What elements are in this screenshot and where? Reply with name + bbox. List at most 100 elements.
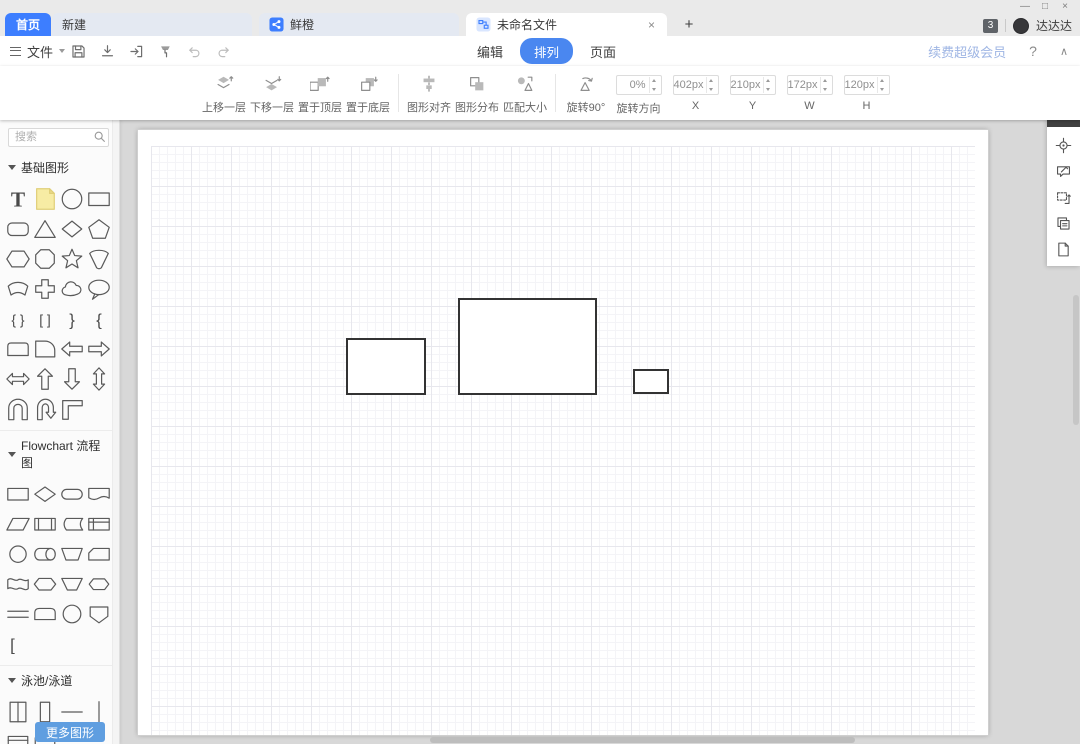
arc-rectangle-shape[interactable] [4,275,31,303]
arrow-left-right-shape[interactable] [4,365,31,393]
spinner-buttons[interactable] [876,77,888,93]
diamond-shape[interactable] [58,215,85,243]
spinner-buttons[interactable] [648,77,660,93]
sidebar-scrollbar[interactable] [112,120,119,744]
section-header[interactable]: Flowchart 流程图 [0,429,119,475]
cone-shape[interactable] [85,245,112,273]
notification-badge[interactable]: 3 [982,18,998,33]
circle-shape[interactable] [58,185,85,213]
more-shapes-button[interactable]: 更多图形 [35,722,105,742]
right-brace-shape[interactable]: } [58,305,85,333]
predefined-process-shape[interactable] [31,510,58,538]
cloud-shape[interactable] [58,275,85,303]
collapse-ribbon-button[interactable]: ∧ [1060,45,1068,58]
undo-icon[interactable] [186,43,203,60]
u-turn-double-shape[interactable] [4,395,31,423]
window-minimize-button[interactable]: — [1015,1,1035,12]
page-doc-icon[interactable] [1055,241,1072,258]
ribbon-button[interactable]: 置于顶层 [296,71,344,115]
ribbon-button[interactable]: 图形分布 [453,71,501,115]
number-input[interactable]: 402px [672,75,719,95]
triangle-shape[interactable] [31,215,58,243]
window-close-button[interactable]: × [1055,1,1075,12]
tape-shape[interactable] [4,570,31,598]
renew-membership-link[interactable]: 续费超级会员 [928,42,1006,61]
rounded-rectangle-shape[interactable] [4,215,31,243]
ribbon-button[interactable]: 置于底层 [344,71,392,115]
tab-document[interactable]: 鲜橙 [259,13,459,36]
process-shape[interactable] [4,480,31,508]
number-input[interactable]: 120px [843,75,890,95]
mode-tab[interactable]: 编辑 [470,40,510,63]
download-icon[interactable] [99,43,116,60]
top-round-rectangle-shape[interactable] [4,335,31,363]
tab-document[interactable]: 未命名文件 × [466,13,667,36]
canvas[interactable] [120,120,1080,744]
arrow-up-shape[interactable] [31,365,58,393]
arrow-up-down-shape[interactable] [85,365,112,393]
internal-storage-shape[interactable] [85,510,112,538]
pentagon-shape[interactable] [85,215,112,243]
canvas-resize-icon[interactable] [1055,189,1072,206]
document-shape[interactable] [85,480,112,508]
left-bracket-shape[interactable]: [ [4,630,31,658]
brace-pair-shape[interactable]: { } [4,305,31,333]
ribbon-button[interactable]: 下移一层 [248,71,296,115]
u-turn-shape[interactable] [31,395,58,423]
new-tab-button[interactable]: + [678,13,700,36]
ribbon-button[interactable]: 旋转90° [562,71,610,115]
help-button[interactable]: ? [1029,43,1037,59]
ribbon-button[interactable]: 匹配大小 [501,71,549,115]
sticky-note-shape[interactable] [31,185,58,213]
horizontal-scrollbar[interactable] [430,737,855,743]
vertical-scrollbar[interactable] [1073,295,1079,425]
number-input[interactable]: 172px [786,75,833,95]
speech-bubble-shape[interactable] [85,275,112,303]
panel-handle[interactable] [1047,120,1080,127]
off-page-connector-shape[interactable] [85,600,112,628]
close-icon[interactable]: × [646,18,657,32]
text-shape[interactable]: T [4,185,31,213]
avatar[interactable] [1012,17,1029,34]
cross-shape[interactable] [31,275,58,303]
data-parallelogram-shape[interactable] [4,510,31,538]
locate-crosshair-icon[interactable] [1055,137,1072,154]
tab-home[interactable]: 首页 [5,13,51,36]
section-header[interactable]: 泳池/泳道 [0,664,119,693]
card-shape[interactable] [85,540,112,568]
comment-edit-icon[interactable] [1055,163,1072,180]
parallel-lines-shape[interactable] [4,600,31,628]
pool-vertical-2-shape[interactable] [4,698,31,726]
manual-operation-shape[interactable] [58,540,85,568]
rectangle-shape[interactable] [85,185,112,213]
ribbon-button[interactable]: 图形对齐 [405,71,453,115]
tab-document[interactable]: 新建 [52,13,252,36]
octagon-shape[interactable] [31,245,58,273]
format-painter-icon[interactable] [157,43,174,60]
manual-input-shape[interactable] [58,570,85,598]
export-icon[interactable] [128,43,145,60]
direct-access-storage-shape[interactable] [31,540,58,568]
circle-large-shape[interactable] [58,600,85,628]
bracket-pair-shape[interactable]: [ ] [31,305,58,333]
d-shape-shape[interactable] [31,335,58,363]
spinner-buttons[interactable] [705,77,717,93]
username[interactable]: 达达达 [1036,17,1072,34]
terminator-shape[interactable] [58,480,85,508]
canvas-rectangle[interactable] [633,369,669,394]
corner-shape[interactable] [58,395,85,423]
section-header[interactable]: 基础图形 [0,153,119,180]
document-page[interactable] [137,129,989,736]
stored-data-shape[interactable] [58,510,85,538]
preparation-shape[interactable] [31,570,58,598]
canvas-rectangle[interactable] [458,298,597,395]
save-icon[interactable] [70,43,87,60]
mode-tab[interactable]: 排列 [520,38,574,64]
mode-tab[interactable]: 页面 [583,40,623,63]
hexagon-shape[interactable] [4,245,31,273]
decision-shape[interactable] [31,480,58,508]
arrow-left-shape[interactable] [58,335,85,363]
left-brace-shape[interactable]: { [85,305,112,333]
canvas-rectangle[interactable] [346,338,426,395]
number-input[interactable]: 0% [615,75,662,95]
